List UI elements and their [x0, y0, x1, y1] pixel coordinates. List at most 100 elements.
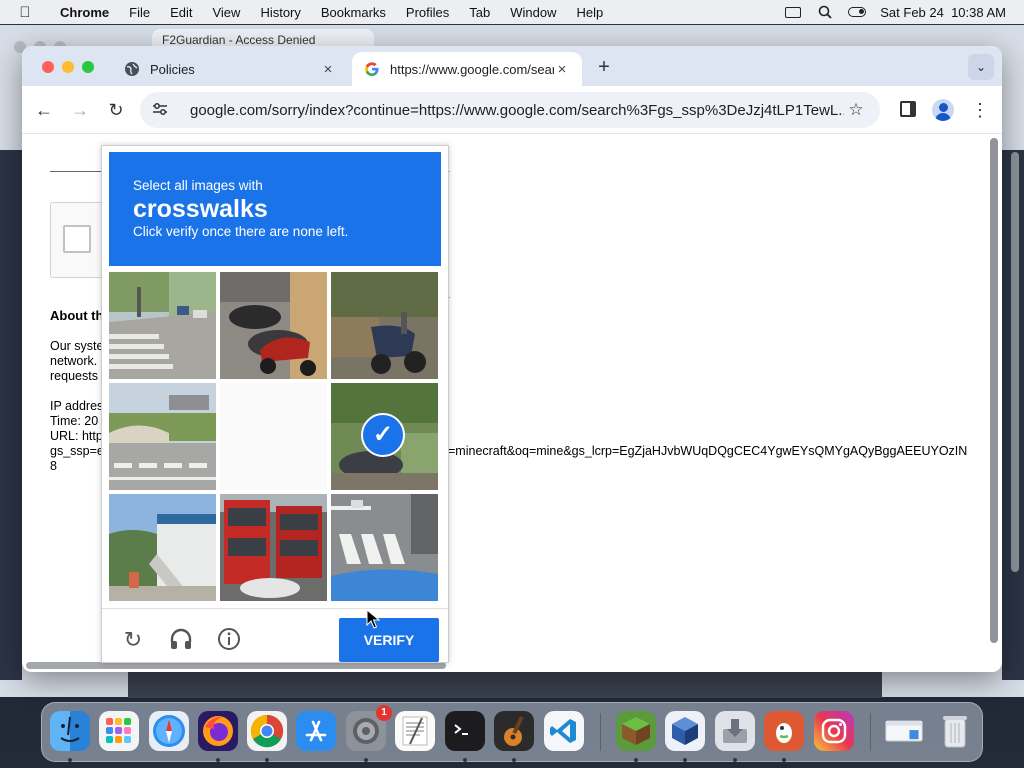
running-indicator	[463, 758, 467, 762]
close-tab-icon[interactable]: ×	[554, 61, 570, 78]
tab-title: Policies	[150, 61, 195, 77]
notification-badge: 1	[376, 705, 392, 721]
bookmark-star-icon[interactable]: ☆	[844, 100, 868, 120]
captcha-footer: ↻ VERIFY	[102, 608, 448, 662]
dock-separator	[600, 713, 601, 751]
minimize-window-button[interactable]	[62, 61, 74, 73]
horizontal-scrollbar[interactable]	[26, 662, 446, 669]
page-text-line: URL: http	[50, 429, 103, 443]
menu-tab[interactable]: Tab	[459, 5, 500, 20]
vertical-scrollbar[interactable]	[990, 138, 998, 643]
page-text-line: requests	[50, 369, 98, 383]
dock: 1	[41, 702, 983, 762]
page-text-line: network.	[50, 354, 98, 368]
captcha-tile[interactable]	[220, 494, 327, 601]
background-window-bottom	[128, 672, 882, 698]
menu-window[interactable]: Window	[500, 5, 566, 20]
app-store-icon[interactable]	[296, 711, 336, 751]
forward-arrow-icon[interactable]: →	[68, 98, 92, 122]
trash-icon[interactable]	[935, 711, 975, 751]
back-arrow-icon[interactable]: ←	[32, 98, 56, 122]
page-text-line: Time: 20	[50, 414, 99, 428]
captcha-tile-loading[interactable]	[220, 383, 327, 490]
menu-app-name[interactable]: Chrome	[50, 5, 119, 20]
google-g-icon	[364, 61, 380, 77]
more-menu-icon[interactable]: ⋮	[968, 98, 992, 122]
info-icon[interactable]	[216, 627, 242, 653]
captcha-tile[interactable]	[109, 383, 216, 490]
tab-google-search[interactable]: https://www.google.com/sear ×	[352, 52, 582, 86]
reload-challenge-icon[interactable]: ↻	[120, 627, 146, 653]
firefox-icon[interactable]	[198, 711, 238, 751]
profile-avatar-icon[interactable]	[932, 99, 954, 121]
background-strip-left	[0, 150, 22, 680]
menu-edit[interactable]: Edit	[160, 5, 202, 20]
menu-history[interactable]: History	[250, 5, 310, 20]
apple-menu-icon[interactable]: 	[0, 4, 50, 21]
browser-toolbar: ← → ↻ google.com/sorry/index?continue=ht…	[22, 86, 1002, 134]
garageband-guitar-icon[interactable]	[494, 711, 534, 751]
launchpad-icon[interactable]	[99, 711, 139, 751]
zoom-window-button[interactable]	[82, 61, 94, 73]
captcha-tile-selected[interactable]: ✓	[331, 383, 438, 490]
control-center-icon[interactable]	[848, 5, 867, 19]
side-panel-icon[interactable]	[900, 101, 916, 117]
duckduckgo-icon[interactable]	[764, 711, 804, 751]
url-text[interactable]: google.com/sorry/index?continue=https://…	[190, 102, 844, 119]
textedit-icon[interactable]	[395, 711, 435, 751]
close-tab-icon[interactable]: ×	[320, 61, 336, 78]
running-indicator	[634, 758, 638, 762]
captcha-tile[interactable]	[109, 272, 216, 379]
captcha-instruction-line: Click verify once there are none left.	[133, 224, 349, 239]
captcha-tile[interactable]	[331, 494, 438, 601]
menu-view[interactable]: View	[202, 5, 250, 20]
tab-strip: Policies × https://www.google.com/sear ×…	[22, 46, 1002, 86]
recaptcha-checkbox[interactable]	[63, 225, 91, 253]
close-window-button[interactable]	[42, 61, 54, 73]
globe-icon	[124, 61, 140, 77]
chrome-icon[interactable]	[247, 711, 287, 751]
verify-button[interactable]: VERIFY	[339, 618, 439, 662]
window-controls	[42, 61, 94, 73]
menu-help[interactable]: Help	[567, 5, 614, 20]
finder-icon[interactable]	[50, 711, 90, 751]
preview-window-icon[interactable]	[884, 711, 924, 751]
reload-icon[interactable]: ↻	[104, 98, 128, 122]
captcha-tile[interactable]	[331, 272, 438, 379]
menu-file[interactable]: File	[119, 5, 160, 20]
captcha-target-word: crosswalks	[133, 195, 268, 223]
page-text-line: 8	[50, 459, 57, 473]
site-info-icon[interactable]	[152, 102, 172, 119]
tab-title: https://www.google.com/sear	[390, 61, 554, 77]
terminal-icon[interactable]	[445, 711, 485, 751]
safari-icon[interactable]	[149, 711, 189, 751]
running-indicator	[782, 758, 786, 762]
captcha-instructions: Select all images with crosswalks Click …	[109, 152, 441, 266]
vscode-icon[interactable]	[544, 711, 584, 751]
captcha-tile[interactable]	[109, 494, 216, 601]
minecraft-grass-block-icon[interactable]	[616, 711, 656, 751]
menu-bar-status: Sat Feb 24 10:38 AM	[784, 0, 1006, 24]
menu-profiles[interactable]: Profiles	[396, 5, 459, 20]
new-tab-button[interactable]: +	[594, 56, 614, 79]
about-heading: About th	[50, 308, 104, 323]
disk-utility-icon[interactable]	[715, 711, 755, 751]
menu-bookmarks[interactable]: Bookmarks	[311, 5, 396, 20]
page-text-line: Our syste	[50, 339, 104, 353]
screen-mirroring-icon[interactable]	[784, 5, 802, 19]
spotlight-search-icon[interactable]	[816, 5, 834, 19]
menu-bar:  Chrome File Edit View History Bookmark…	[0, 0, 1024, 24]
virtualbox-cube-icon[interactable]	[665, 711, 705, 751]
menu-bar-clock[interactable]: Sat Feb 24 10:38 AM	[880, 5, 1006, 20]
system-settings-gear-icon[interactable]: 1	[346, 705, 392, 751]
running-indicator	[733, 758, 737, 762]
tab-policies[interactable]: Policies ×	[112, 52, 348, 86]
tab-search-chevron-icon[interactable]: ⌄	[968, 54, 994, 80]
running-indicator	[216, 758, 220, 762]
captcha-instruction-line: Select all images with	[133, 178, 263, 193]
address-bar[interactable]: google.com/sorry/index?continue=https://…	[140, 92, 880, 128]
background-scrollbar	[1011, 152, 1019, 572]
captcha-tile[interactable]	[220, 272, 327, 379]
instagram-icon[interactable]	[814, 711, 854, 751]
audio-challenge-headphones-icon[interactable]	[168, 627, 194, 653]
